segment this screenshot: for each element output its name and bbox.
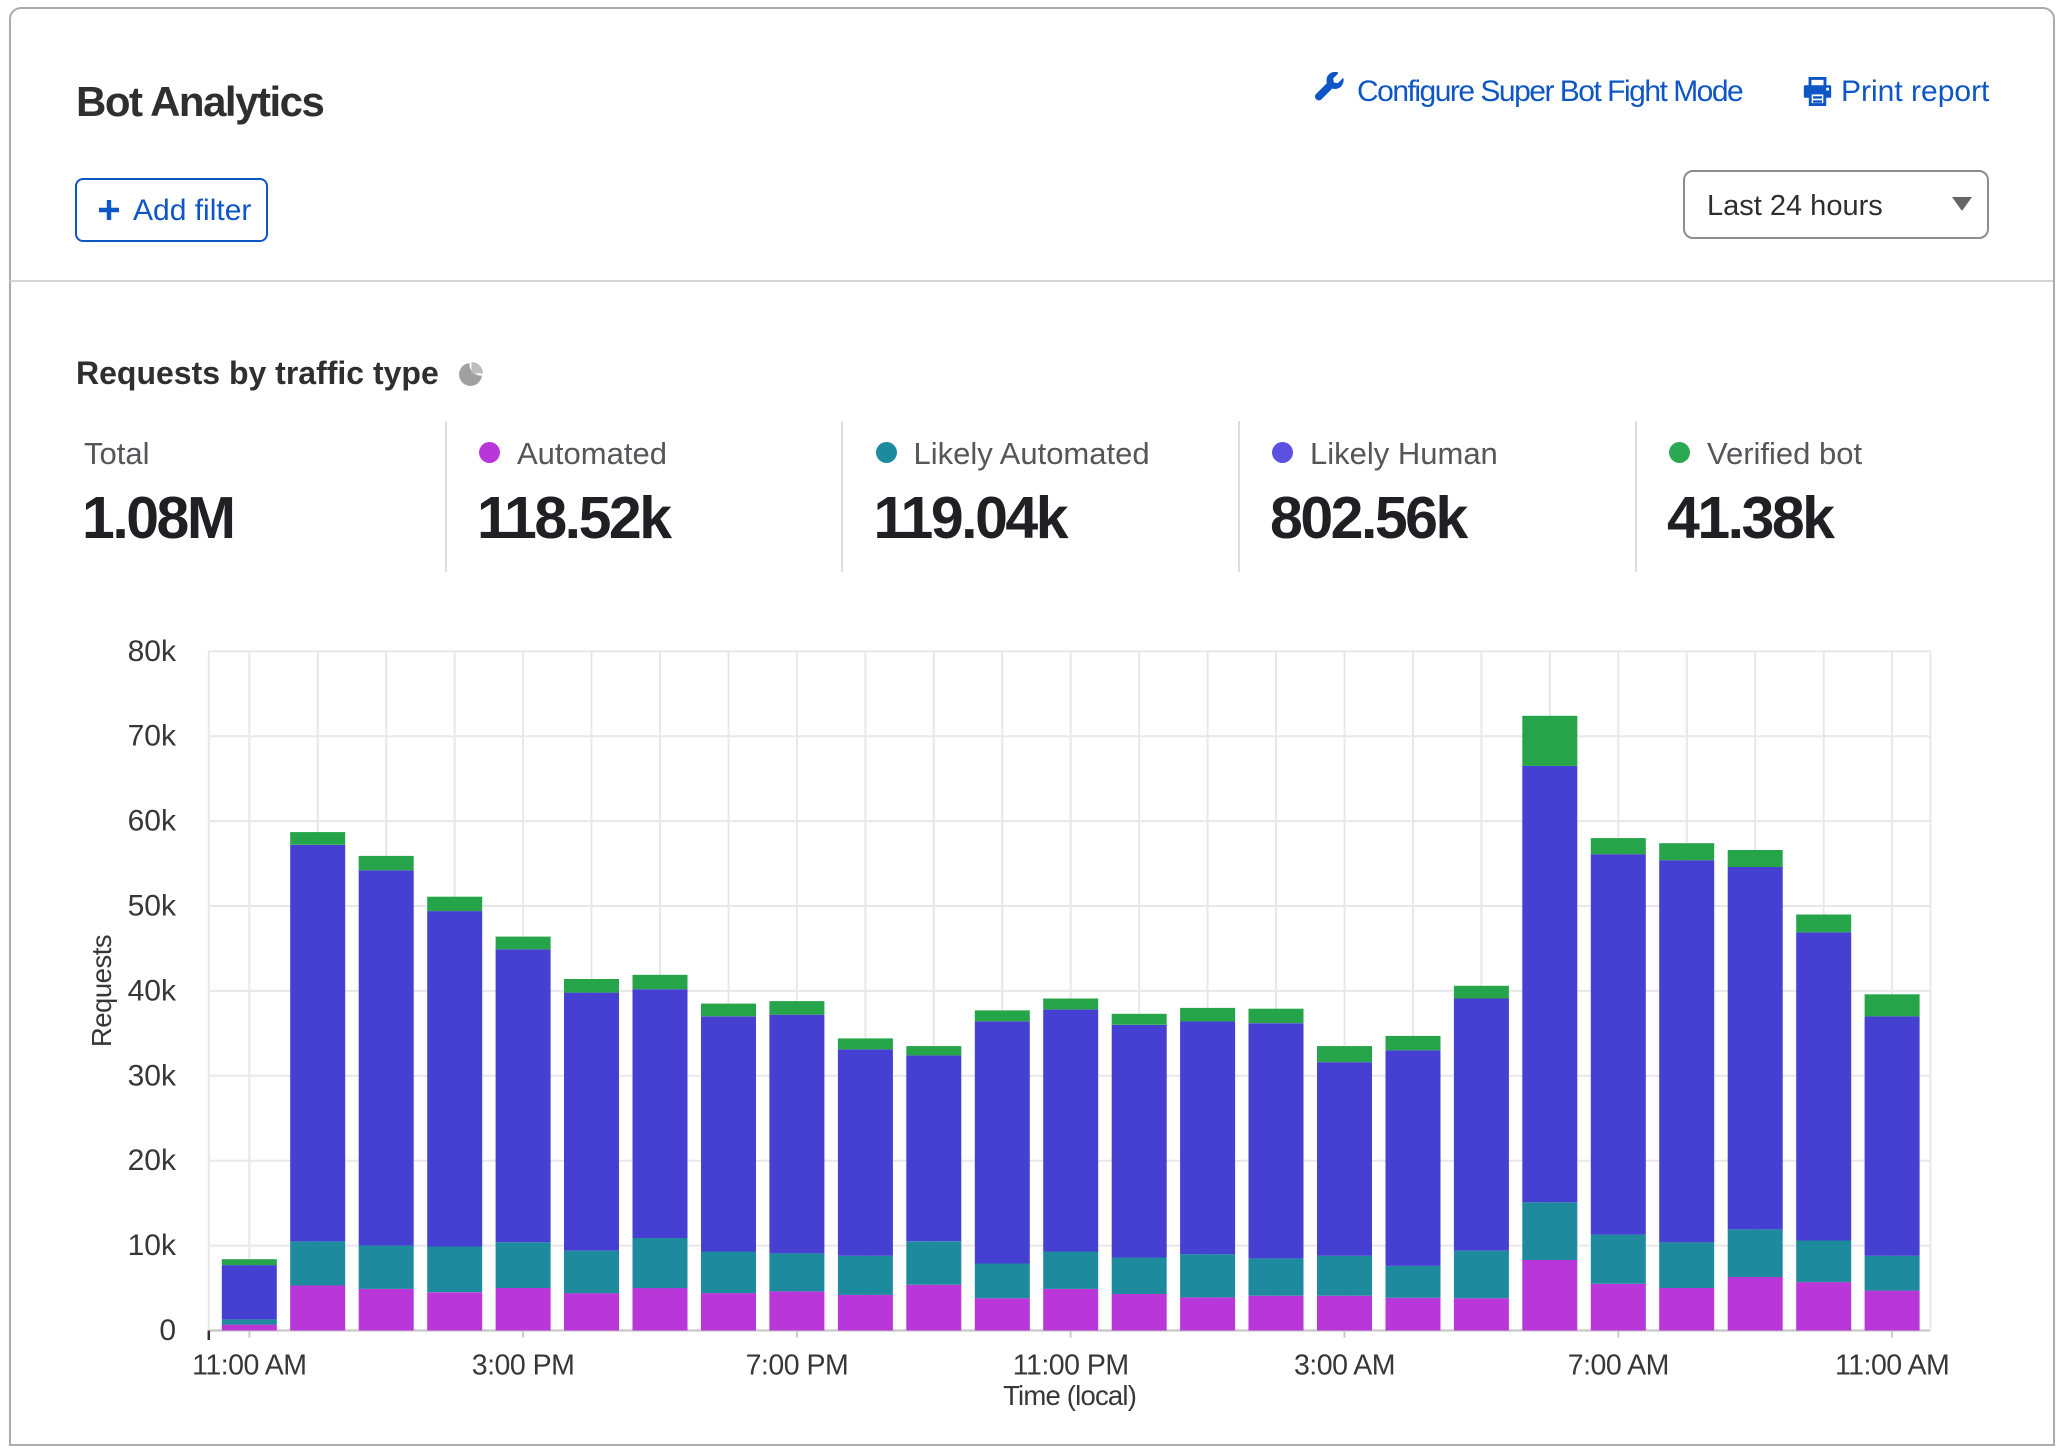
svg-text:20k: 20k	[128, 1144, 177, 1177]
svg-text:11:00 AM: 11:00 AM	[192, 1350, 306, 1382]
svg-text:3:00 PM: 3:00 PM	[472, 1350, 575, 1382]
svg-text:0: 0	[159, 1314, 176, 1347]
svg-text:70k: 70k	[128, 720, 177, 753]
svg-text:11:00 AM: 11:00 AM	[1835, 1350, 1949, 1382]
svg-text:11:00 PM: 11:00 PM	[1013, 1350, 1129, 1382]
svg-text:Requests: Requests	[86, 935, 117, 1047]
svg-text:7:00 PM: 7:00 PM	[746, 1350, 849, 1382]
svg-text:7:00 AM: 7:00 AM	[1568, 1350, 1669, 1382]
svg-text:60k: 60k	[128, 805, 177, 838]
svg-text:10k: 10k	[128, 1229, 177, 1262]
svg-text:40k: 40k	[128, 974, 177, 1007]
svg-text:3:00 AM: 3:00 AM	[1294, 1350, 1395, 1382]
svg-text:30k: 30k	[128, 1059, 177, 1092]
svg-text:80k: 80k	[128, 635, 177, 668]
svg-text:50k: 50k	[128, 890, 177, 923]
svg-text:Time (local): Time (local)	[1003, 1380, 1136, 1411]
